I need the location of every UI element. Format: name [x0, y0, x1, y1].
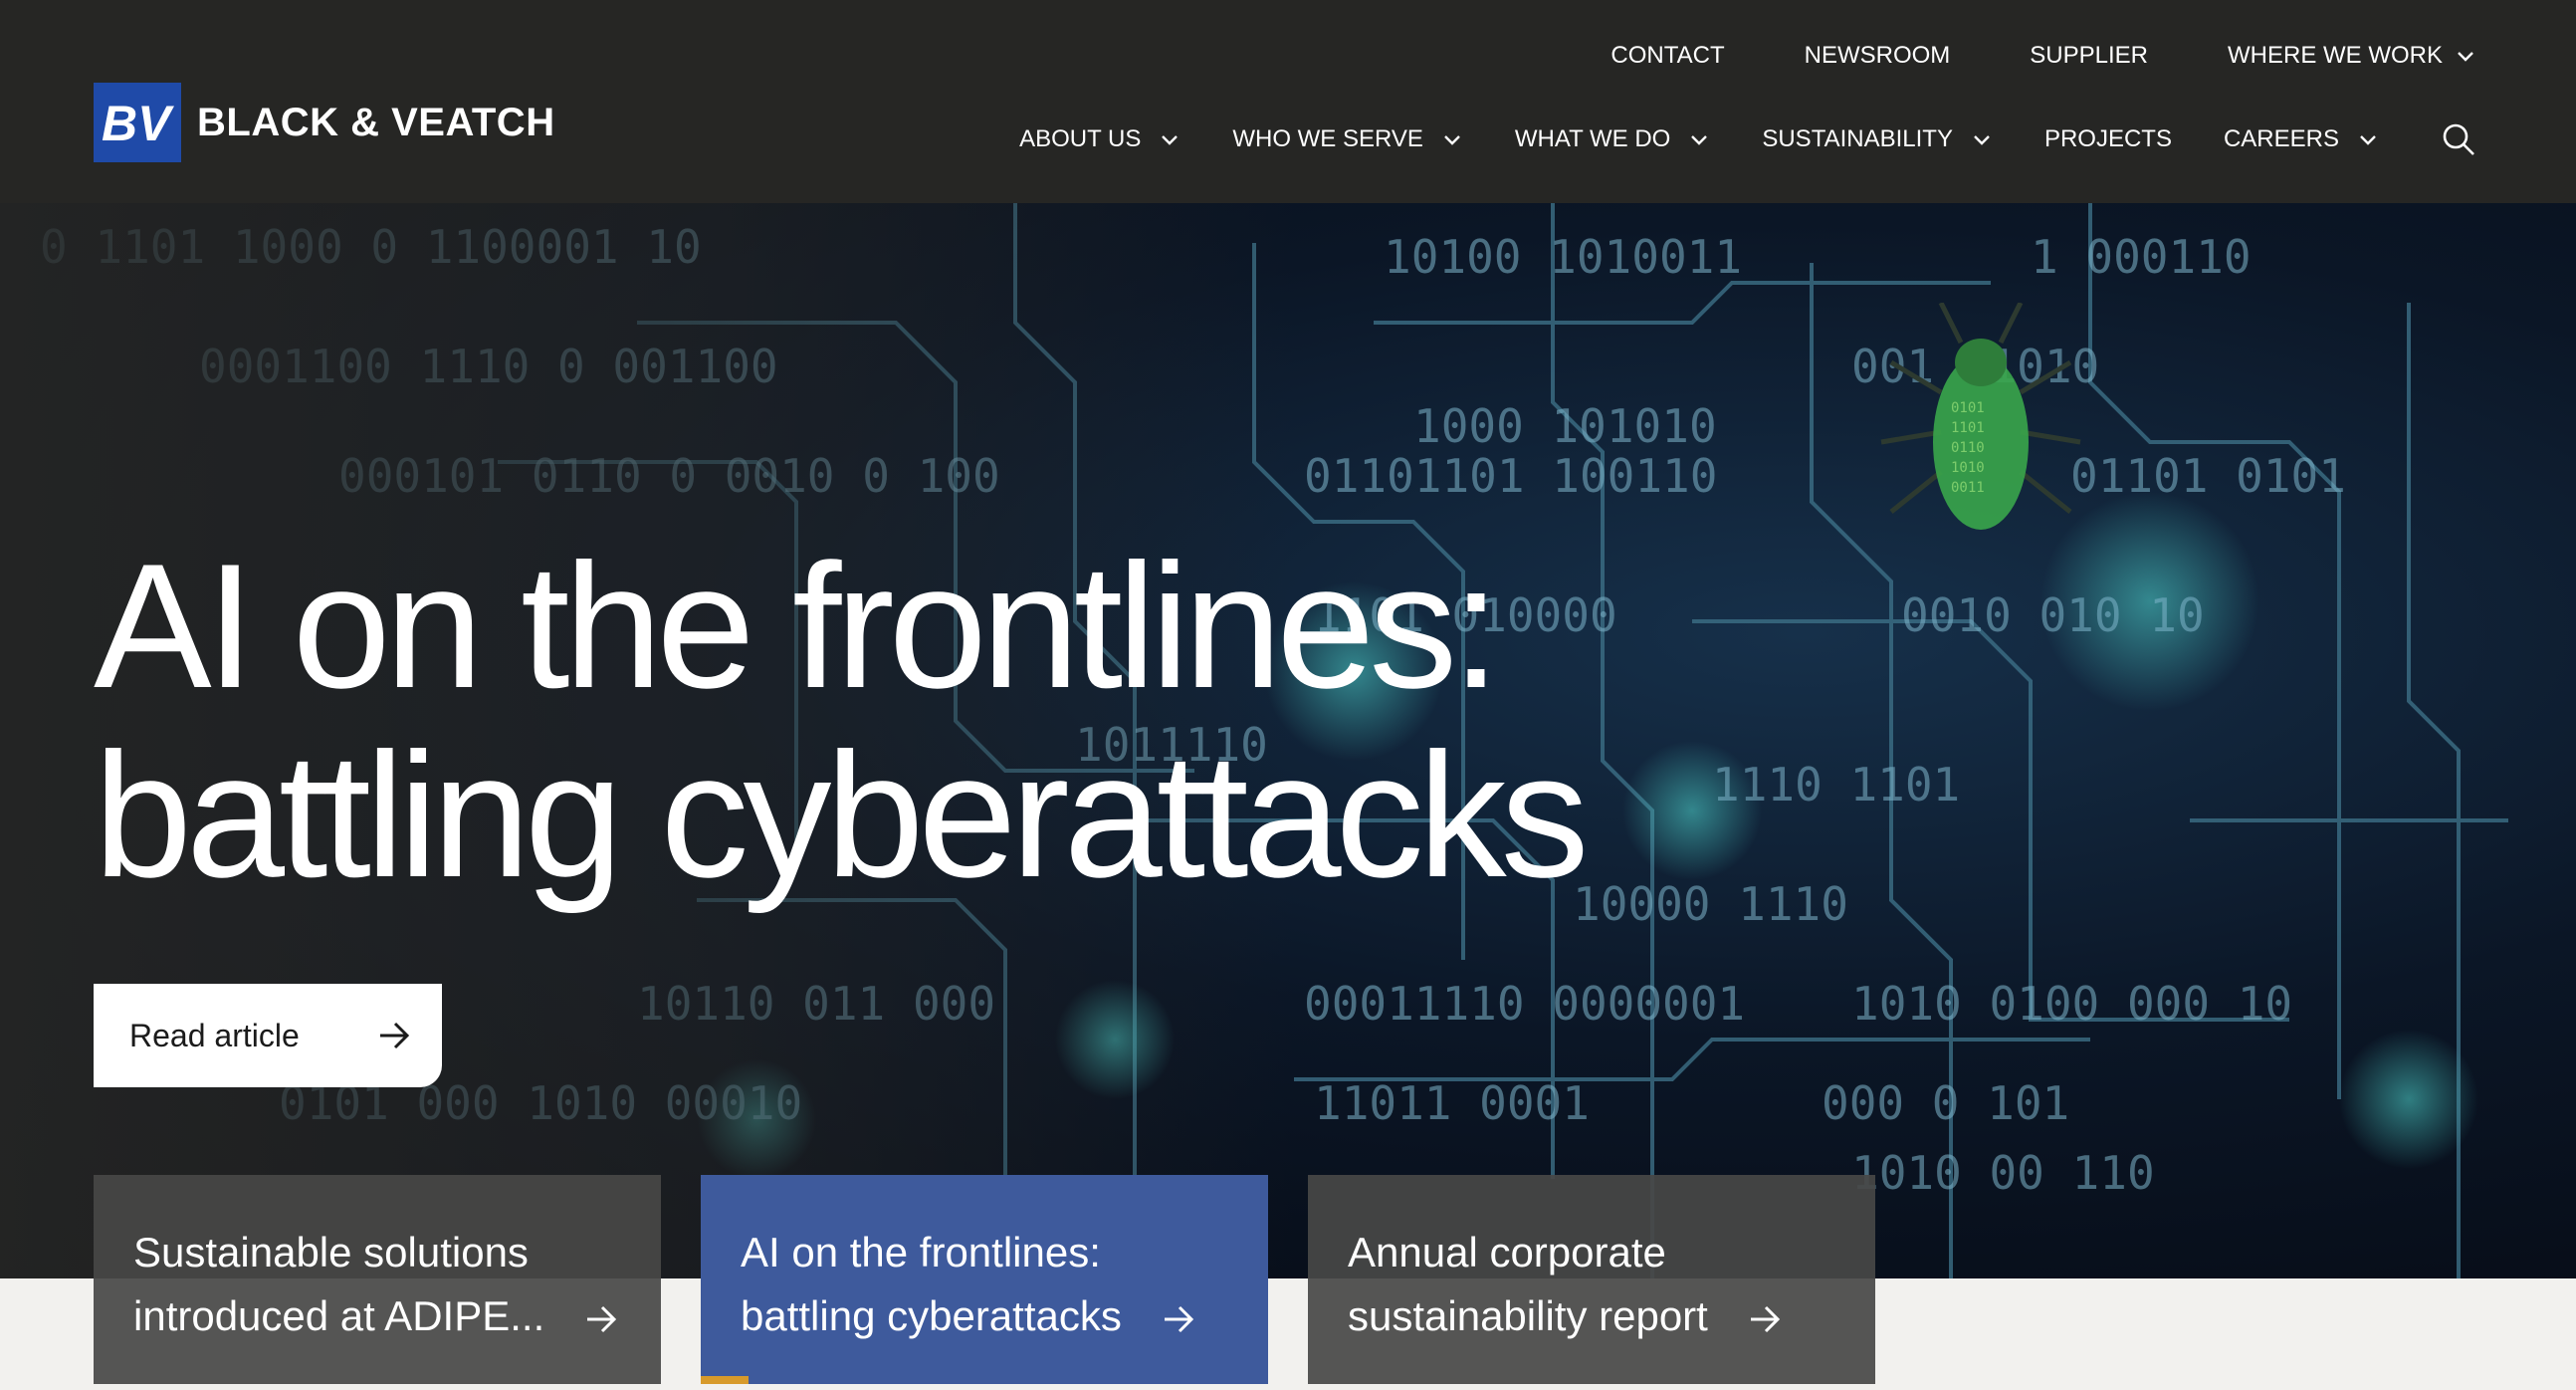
chevron-down-icon [2360, 135, 2376, 145]
brand-logo[interactable]: BV BLACK & VEATCH [94, 83, 555, 162]
util-nav-label: WHERE WE WORK [2228, 42, 2443, 69]
main-nav: ABOUT US WHO WE SERVE WHAT WE DO SUSTAIN… [1019, 121, 2476, 157]
nav-careers[interactable]: CAREERS [2224, 125, 2379, 153]
arrow-right-icon [379, 1022, 409, 1049]
nav-about-us[interactable]: ABOUT US [1019, 125, 1181, 153]
svg-text:000 0 101: 000 0 101 [1822, 1076, 2069, 1130]
nav-label: WHO WE SERVE [1232, 125, 1423, 152]
nav-label: WHAT WE DO [1514, 125, 1671, 152]
nav-who-we-serve[interactable]: WHO WE SERVE [1232, 125, 1463, 153]
search-button[interactable] [2441, 121, 2476, 157]
arrow-right-icon [586, 1305, 617, 1332]
svg-text:1 000110: 1 000110 [2031, 230, 2252, 284]
active-card-indicator [701, 1376, 749, 1384]
svg-text:1010 00 110: 1010 00 110 [1851, 1146, 2155, 1200]
svg-text:10100 1010011: 10100 1010011 [1384, 230, 1742, 284]
svg-text:11011 0001: 11011 0001 [1314, 1076, 1590, 1130]
utility-nav: CONTACT NEWSROOM SUPPLIER WHERE WE WORK [1610, 42, 2476, 70]
chevron-down-icon [1162, 135, 1179, 145]
browser-viewport: BV BLACK & VEATCH CONTACT NEWSROOM SUPPL… [0, 0, 2576, 1390]
nav-label: PROJECTS [2043, 125, 2172, 152]
svg-text:0011: 0011 [1951, 480, 1985, 496]
nav-what-we-do[interactable]: WHAT WE DO [1515, 125, 1710, 153]
svg-text:0101: 0101 [1951, 400, 1985, 416]
hero-title: AI on the frontlines: battling cyberatta… [94, 527, 1590, 914]
hero-carousel-cards: Sustainable solutions introduced at ADIP… [94, 1175, 1875, 1384]
search-icon [2443, 123, 2474, 155]
arrow-right-icon [1750, 1305, 1780, 1332]
card-text: Sustainable solutions introduced at ADIP… [133, 1229, 545, 1339]
util-nav-label: SUPPLIER [2030, 42, 2148, 69]
svg-text:BV: BV [102, 96, 174, 151]
bv-logo-mark-icon: BV [94, 83, 181, 162]
nav-label: SUSTAINABILITY [1762, 125, 1953, 152]
nav-projects[interactable]: PROJECTS [2044, 125, 2172, 153]
util-nav-contact[interactable]: CONTACT [1610, 42, 1724, 70]
util-nav-where-we-work[interactable]: WHERE WE WORK [2228, 42, 2476, 70]
carousel-card-sustainability-report[interactable]: Annual corporate sustainability report [1308, 1175, 1875, 1384]
util-nav-supplier[interactable]: SUPPLIER [2030, 42, 2148, 70]
svg-text:1000 101010: 1000 101010 [1413, 399, 1717, 453]
carousel-card-ai-frontlines[interactable]: AI on the frontlines: battling cyberatta… [701, 1175, 1268, 1384]
svg-text:01101101 100110: 01101101 100110 [1304, 449, 1717, 503]
carousel-card-adipec[interactable]: Sustainable solutions introduced at ADIP… [94, 1175, 661, 1384]
hero-section: 0 1101 1000 0 1100001 10 10100 1010011 1… [0, 203, 2576, 1278]
svg-text:1010: 1010 [1951, 460, 1985, 476]
nav-sustainability[interactable]: SUSTAINABILITY [1762, 125, 1993, 153]
nav-label: CAREERS [2223, 125, 2339, 152]
svg-text:1101: 1101 [1951, 420, 1985, 436]
card-text: Annual corporate sustainability report [1348, 1229, 1708, 1339]
util-nav-newsroom[interactable]: NEWSROOM [1805, 42, 1951, 70]
read-article-button[interactable]: Read article [94, 984, 442, 1087]
chevron-down-icon [2458, 52, 2473, 62]
bug-icon: 0101 1101 0110 1010 0011 [1880, 303, 2081, 530]
chevron-down-icon [1444, 135, 1460, 145]
svg-text:1010 0100 000 10: 1010 0100 000 10 [1851, 977, 2292, 1031]
site-header: BV BLACK & VEATCH CONTACT NEWSROOM SUPPL… [0, 0, 2576, 203]
nav-label: ABOUT US [1019, 125, 1142, 152]
chevron-down-icon [1974, 135, 1990, 145]
svg-text:0110: 0110 [1951, 440, 1985, 456]
util-nav-label: NEWSROOM [1804, 42, 1951, 69]
brand-name: BLACK & VEATCH [197, 100, 555, 144]
card-text: AI on the frontlines: battling cyberatta… [741, 1229, 1122, 1339]
chevron-down-icon [1691, 135, 1708, 145]
svg-text:00011110 0000001: 00011110 0000001 [1304, 977, 1745, 1031]
read-article-label: Read article [129, 1017, 300, 1053]
svg-text:01101 0101: 01101 0101 [2070, 449, 2346, 503]
util-nav-label: CONTACT [1610, 42, 1725, 69]
arrow-right-icon [1164, 1305, 1193, 1332]
